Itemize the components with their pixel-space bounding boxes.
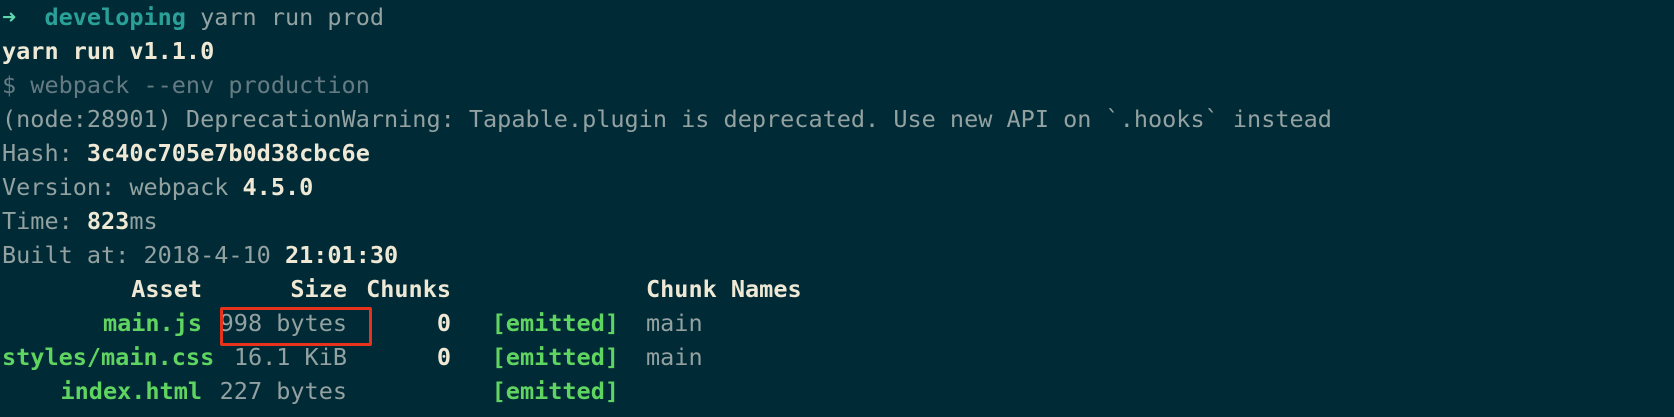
version-line: Version: webpack 4.5.0 [2,170,1674,204]
yarn-version-line: yarn run v1.1.0 [2,37,215,65]
row-status: [emitted] [491,377,619,405]
deprecation-warning-line: (node:28901) DeprecationWarning: Tapable… [2,105,1332,133]
row-asset: styles/main.css [2,343,215,371]
header-size: Size [290,275,347,303]
time-value: 823 [86,207,130,235]
row-chunks [347,374,451,408]
prompt-directory: developing [44,3,186,31]
header-chunks: Chunks [366,275,451,303]
asset-table-header: Asset Size Chunks Chunk Names [2,272,1674,306]
time-line: Time: 823ms [2,204,1674,238]
built-label: Built at: 2018-4-10 [2,241,285,269]
hash-line: Hash: 3c40c705e7b0d38cbc6e [2,136,1674,170]
header-chunk-names: Chunk Names [646,275,802,303]
prompt-command: yarn run prod [200,3,385,31]
row-chunk-names [619,374,646,408]
prompt-arrow-icon: ➜ [2,3,17,31]
prompt-line: ➜ developing yarn run prod [2,0,1674,34]
row-asset: main.js [102,309,202,337]
row-asset: index.html [60,377,202,405]
built-at-line: Built at: 2018-4-10 21:01:30 [2,238,1674,272]
time-label: Time: [2,207,87,235]
table-row: index.html 227 bytes [emitted] [2,374,1674,408]
row-chunk-names: main [646,343,703,371]
row-chunk-names: main [646,309,703,337]
row-size: 227 bytes [219,377,347,405]
hash-value: 3c40c705e7b0d38cbc6e [86,139,370,167]
size-highlight-annotation [220,307,372,346]
row-status: [emitted] [491,343,619,371]
row-status: [emitted] [491,309,619,337]
hash-label: Hash: [2,139,87,167]
version-label: Version: webpack [2,173,243,201]
terminal-window[interactable]: ➜ developing yarn run prod yarn run v1.1… [0,0,1674,417]
time-unit: ms [129,207,158,235]
webpack-command-line: $ webpack --env production [2,71,370,99]
built-time: 21:01:30 [284,241,399,269]
header-asset: Asset [131,275,202,303]
version-value: 4.5.0 [242,173,314,201]
